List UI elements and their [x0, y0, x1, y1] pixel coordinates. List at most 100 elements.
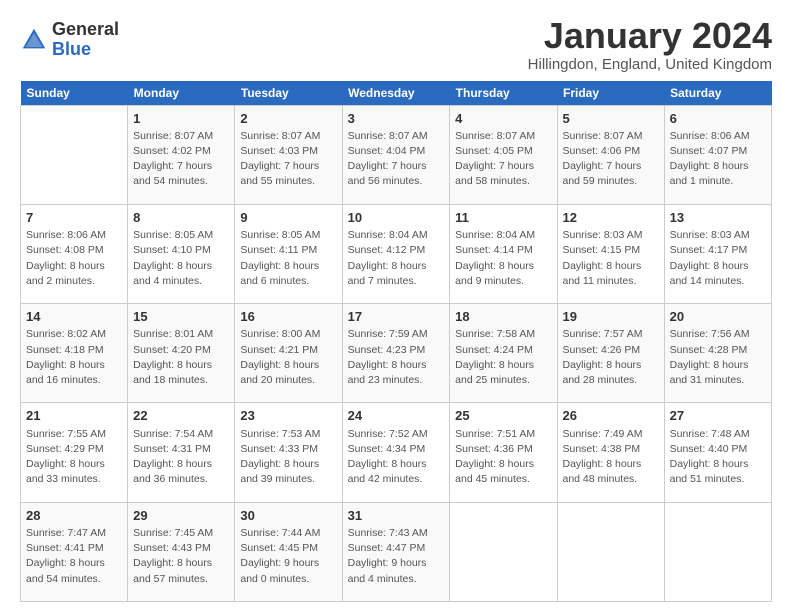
- day-detail: Sunrise: 7:54 AM Sunset: 4:31 PM Dayligh…: [133, 427, 229, 488]
- day-number: 17: [348, 308, 445, 326]
- weekday-header-friday: Friday: [557, 81, 664, 106]
- calendar-cell: 29Sunrise: 7:45 AM Sunset: 4:43 PM Dayli…: [128, 502, 235, 601]
- day-detail: Sunrise: 7:43 AM Sunset: 4:47 PM Dayligh…: [348, 526, 445, 587]
- day-number: 30: [240, 507, 336, 525]
- day-number: 9: [240, 209, 336, 227]
- calendar-cell: 11Sunrise: 8:04 AM Sunset: 4:14 PM Dayli…: [450, 204, 557, 303]
- calendar-cell: 12Sunrise: 8:03 AM Sunset: 4:15 PM Dayli…: [557, 204, 664, 303]
- day-detail: Sunrise: 8:06 AM Sunset: 4:07 PM Dayligh…: [670, 129, 766, 190]
- calendar-subtitle: Hillingdon, England, United Kingdom: [528, 56, 772, 73]
- calendar-cell: 9Sunrise: 8:05 AM Sunset: 4:11 PM Daylig…: [235, 204, 342, 303]
- logo-blue-text: Blue: [52, 39, 91, 59]
- day-number: 10: [348, 209, 445, 227]
- day-detail: Sunrise: 8:07 AM Sunset: 4:05 PM Dayligh…: [455, 129, 551, 190]
- calendar-cell: [21, 105, 128, 204]
- calendar-cell: 15Sunrise: 8:01 AM Sunset: 4:20 PM Dayli…: [128, 304, 235, 403]
- day-number: 27: [670, 407, 766, 425]
- calendar-cell: 6Sunrise: 8:06 AM Sunset: 4:07 PM Daylig…: [664, 105, 771, 204]
- calendar-cell: 21 Sunrise: 7:55 AM Sunset: 4:29 PM Dayli…: [21, 403, 128, 502]
- day-detail: Sunrise: 7:53 AM Sunset: 4:33 PM Dayligh…: [240, 427, 336, 488]
- day-detail: Sunrise: 7:55 AM Sunset: 4:29 PM Dayligh…: [26, 427, 122, 488]
- week-row-0: 1Sunrise: 8:07 AM Sunset: 4:02 PM Daylig…: [21, 105, 772, 204]
- page: General Blue January 2024 Hillingdon, En…: [0, 0, 792, 612]
- calendar-cell: 19Sunrise: 7:57 AM Sunset: 4:26 PM Dayli…: [557, 304, 664, 403]
- weekday-header-thursday: Thursday: [450, 81, 557, 106]
- day-number: 21: [26, 407, 122, 425]
- calendar-cell: 13Sunrise: 8:03 AM Sunset: 4:17 PM Dayli…: [664, 204, 771, 303]
- calendar-cell: 27Sunrise: 7:48 AM Sunset: 4:40 PM Dayli…: [664, 403, 771, 502]
- day-detail: Sunrise: 8:05 AM Sunset: 4:10 PM Dayligh…: [133, 228, 229, 289]
- calendar-cell: 3Sunrise: 8:07 AM Sunset: 4:04 PM Daylig…: [342, 105, 450, 204]
- calendar-table: SundayMondayTuesdayWednesdayThursdayFrid…: [20, 81, 772, 602]
- day-detail: Sunrise: 8:03 AM Sunset: 4:17 PM Dayligh…: [670, 228, 766, 289]
- calendar-cell: 17Sunrise: 7:59 AM Sunset: 4:23 PM Dayli…: [342, 304, 450, 403]
- calendar-cell: 8Sunrise: 8:05 AM Sunset: 4:10 PM Daylig…: [128, 204, 235, 303]
- calendar-cell: 14Sunrise: 8:02 AM Sunset: 4:18 PM Dayli…: [21, 304, 128, 403]
- day-number: 24: [348, 407, 445, 425]
- calendar-cell: 28Sunrise: 7:47 AM Sunset: 4:41 PM Dayli…: [21, 502, 128, 601]
- calendar-cell: 18Sunrise: 7:58 AM Sunset: 4:24 PM Dayli…: [450, 304, 557, 403]
- day-number: 26: [563, 407, 659, 425]
- day-detail: Sunrise: 8:00 AM Sunset: 4:21 PM Dayligh…: [240, 327, 336, 388]
- weekday-header-sunday: Sunday: [21, 81, 128, 106]
- day-detail: Sunrise: 8:03 AM Sunset: 4:15 PM Dayligh…: [563, 228, 659, 289]
- day-number: 23: [240, 407, 336, 425]
- day-number: 11: [455, 209, 551, 227]
- day-number: 19: [563, 308, 659, 326]
- calendar-cell: 24 Sunrise: 7:52 AM Sunset: 4:34 PM Dayli…: [342, 403, 450, 502]
- day-number: 3: [348, 110, 445, 128]
- calendar-cell: 2Sunrise: 8:07 AM Sunset: 4:03 PM Daylig…: [235, 105, 342, 204]
- calendar-cell: 10Sunrise: 8:04 AM Sunset: 4:12 PM Dayli…: [342, 204, 450, 303]
- day-detail: Sunrise: 8:07 AM Sunset: 4:06 PM Dayligh…: [563, 129, 659, 190]
- logo-text: General Blue: [52, 20, 119, 60]
- day-detail: Sunrise: 7:52 AM Sunset: 4:34 PM Dayligh…: [348, 427, 445, 488]
- title-block: January 2024 Hillingdon, England, United…: [528, 16, 772, 73]
- day-number: 14: [26, 308, 122, 326]
- calendar-cell: 31Sunrise: 7:43 AM Sunset: 4:47 PM Dayli…: [342, 502, 450, 601]
- day-number: 5: [563, 110, 659, 128]
- day-number: 16: [240, 308, 336, 326]
- calendar-cell: [557, 502, 664, 601]
- weekday-header-saturday: Saturday: [664, 81, 771, 106]
- calendar-cell: 22 Sunrise: 7:54 AM Sunset: 4:31 PM Dayli…: [128, 403, 235, 502]
- day-number: 15: [133, 308, 229, 326]
- day-number: 20: [670, 308, 766, 326]
- weekday-header-row: SundayMondayTuesdayWednesdayThursdayFrid…: [21, 81, 772, 106]
- day-number: 18: [455, 308, 551, 326]
- day-number: 28: [26, 507, 122, 525]
- calendar-cell: 25 Sunrise: 7:51 AM Sunset: 4:36 PM Dayli…: [450, 403, 557, 502]
- logo-icon: [20, 26, 48, 54]
- day-number: 8: [133, 209, 229, 227]
- logo: General Blue: [20, 20, 119, 60]
- day-detail: Sunrise: 7:45 AM Sunset: 4:43 PM Dayligh…: [133, 526, 229, 587]
- weekday-header-tuesday: Tuesday: [235, 81, 342, 106]
- day-detail: Sunrise: 8:04 AM Sunset: 4:14 PM Dayligh…: [455, 228, 551, 289]
- week-row-3: 21 Sunrise: 7:55 AM Sunset: 4:29 PM Dayli…: [21, 403, 772, 502]
- calendar-cell: 1Sunrise: 8:07 AM Sunset: 4:02 PM Daylig…: [128, 105, 235, 204]
- weekday-header-wednesday: Wednesday: [342, 81, 450, 106]
- day-detail: Sunrise: 8:07 AM Sunset: 4:04 PM Dayligh…: [348, 129, 445, 190]
- calendar-cell: 5Sunrise: 8:07 AM Sunset: 4:06 PM Daylig…: [557, 105, 664, 204]
- day-detail: Sunrise: 8:07 AM Sunset: 4:02 PM Dayligh…: [133, 129, 229, 190]
- day-number: 29: [133, 507, 229, 525]
- day-detail: Sunrise: 8:06 AM Sunset: 4:08 PM Dayligh…: [26, 228, 122, 289]
- week-row-2: 14Sunrise: 8:02 AM Sunset: 4:18 PM Dayli…: [21, 304, 772, 403]
- day-number: 12: [563, 209, 659, 227]
- day-detail: Sunrise: 8:07 AM Sunset: 4:03 PM Dayligh…: [240, 129, 336, 190]
- day-detail: Sunrise: 7:51 AM Sunset: 4:36 PM Dayligh…: [455, 427, 551, 488]
- header: General Blue January 2024 Hillingdon, En…: [20, 16, 772, 73]
- day-detail: Sunrise: 8:02 AM Sunset: 4:18 PM Dayligh…: [26, 327, 122, 388]
- calendar-cell: 16Sunrise: 8:00 AM Sunset: 4:21 PM Dayli…: [235, 304, 342, 403]
- calendar-cell: 4Sunrise: 8:07 AM Sunset: 4:05 PM Daylig…: [450, 105, 557, 204]
- day-detail: Sunrise: 8:05 AM Sunset: 4:11 PM Dayligh…: [240, 228, 336, 289]
- day-detail: Sunrise: 7:44 AM Sunset: 4:45 PM Dayligh…: [240, 526, 336, 587]
- calendar-cell: 26Sunrise: 7:49 AM Sunset: 4:38 PM Dayli…: [557, 403, 664, 502]
- logo-general-text: General: [52, 19, 119, 39]
- day-number: 25: [455, 407, 551, 425]
- day-number: 22: [133, 407, 229, 425]
- day-number: 6: [670, 110, 766, 128]
- calendar-cell: [664, 502, 771, 601]
- week-row-4: 28Sunrise: 7:47 AM Sunset: 4:41 PM Dayli…: [21, 502, 772, 601]
- day-number: 1: [133, 110, 229, 128]
- calendar-title: January 2024: [528, 16, 772, 56]
